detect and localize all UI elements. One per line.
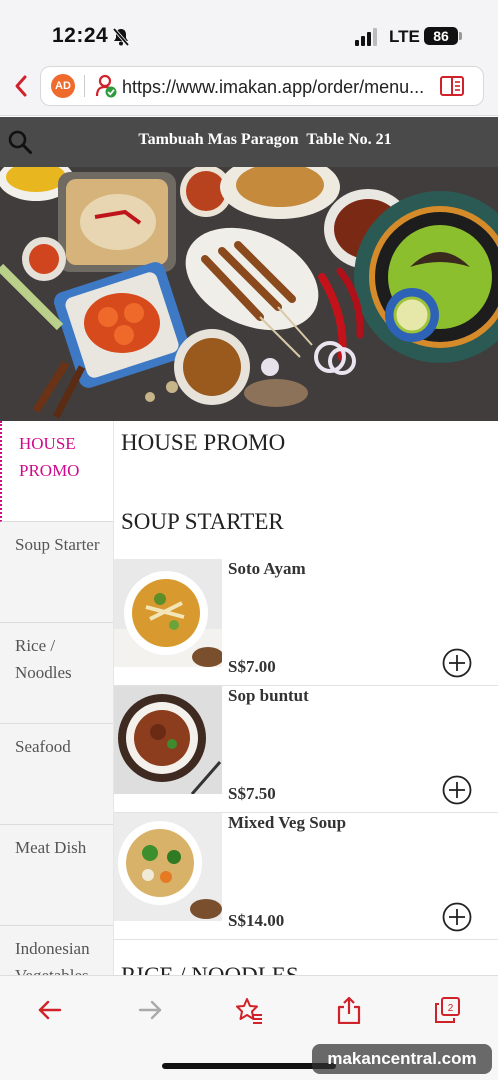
address-bar[interactable]: AD https://www.imakan.app/order/menu... [40,66,484,106]
bookmark-star-icon[interactable] [235,996,263,1024]
mixed-veg-soup-photo[interactable] [114,813,222,921]
sidebar-item-meat-dish[interactable]: Meat Dish [0,825,113,926]
battery-tip [459,32,462,40]
bell-slash-icon [112,27,130,47]
add-circle-icon[interactable] [442,902,472,932]
item-name: Soto Ayam [228,559,306,578]
section-title-soup-starter: SOUP STARTER [121,509,284,534]
url-text[interactable]: https://www.imakan.app/order/menu... [122,77,432,98]
browser-bar: AD https://www.imakan.app/order/menu... [0,60,498,116]
back-chevron-icon[interactable] [12,74,30,98]
add-circle-icon[interactable] [442,775,472,805]
address-divider [84,75,85,97]
search-icon[interactable] [7,129,33,155]
item-name: Sop buntut [228,686,309,705]
ad-block-badge[interactable]: AD [51,74,75,98]
menu-item[interactable]: Soto Ayam S$7.00 [114,559,498,686]
forward-arrow-icon[interactable] [136,996,164,1024]
item-price: S$7.00 [228,657,276,676]
hero-banner [0,167,498,421]
home-indicator [162,1063,336,1069]
restaurant-table-title: Tambuah Mas Paragon Table No. 21 [138,131,392,148]
sidebar-item-indonesian-vegetables[interactable]: Indonesian Vegetables [0,926,113,975]
reader-mode-icon[interactable] [439,75,465,97]
category-sidebar: HOUSE PROMO Soup Starter Rice / Noodles … [0,421,114,975]
section-title-rice-noodles: RICE / NOODLES [121,963,299,975]
sidebar-item-house-promo[interactable]: HOUSE PROMO [0,421,113,522]
status-time: 12:24 [52,24,109,47]
menu-item[interactable]: Mixed Veg Soup S$14.00 [114,813,498,940]
signal-icon [355,28,377,46]
item-name: Mixed Veg Soup [228,813,347,832]
item-price: S$14.00 [228,911,285,930]
soto-ayam-photo[interactable] [114,559,222,667]
secure-lock-icon[interactable] [95,74,117,98]
tabs-icon[interactable]: 2 [433,996,461,1024]
back-arrow-icon[interactable] [36,996,64,1024]
tab-count: 2 [448,1003,454,1014]
sidebar-item-seafood[interactable]: Seafood [0,724,113,825]
sop-buntut-photo[interactable] [114,686,222,794]
add-circle-icon[interactable] [442,648,472,678]
battery-indicator: 86 [424,27,458,45]
menu-item[interactable]: Sop buntut S$7.50 [114,686,498,813]
item-price: S$7.50 [228,784,276,803]
section-title-house-promo: HOUSE PROMO [121,430,286,455]
network-type: LTE [389,27,420,46]
menu-content: HOUSE PROMO SOUP STARTER Soto Ayam S$7.0… [114,421,498,975]
sidebar-item-rice-noodles[interactable]: Rice / Noodles [0,623,113,724]
watermark: makancentral.com [312,1044,492,1074]
share-icon[interactable] [335,996,363,1024]
sidebar-item-soup-starter[interactable]: Soup Starter [0,522,113,623]
hero-food-illustration [0,167,498,421]
app-header: Tambuah Mas Paragon Table No. 21 [0,117,498,167]
